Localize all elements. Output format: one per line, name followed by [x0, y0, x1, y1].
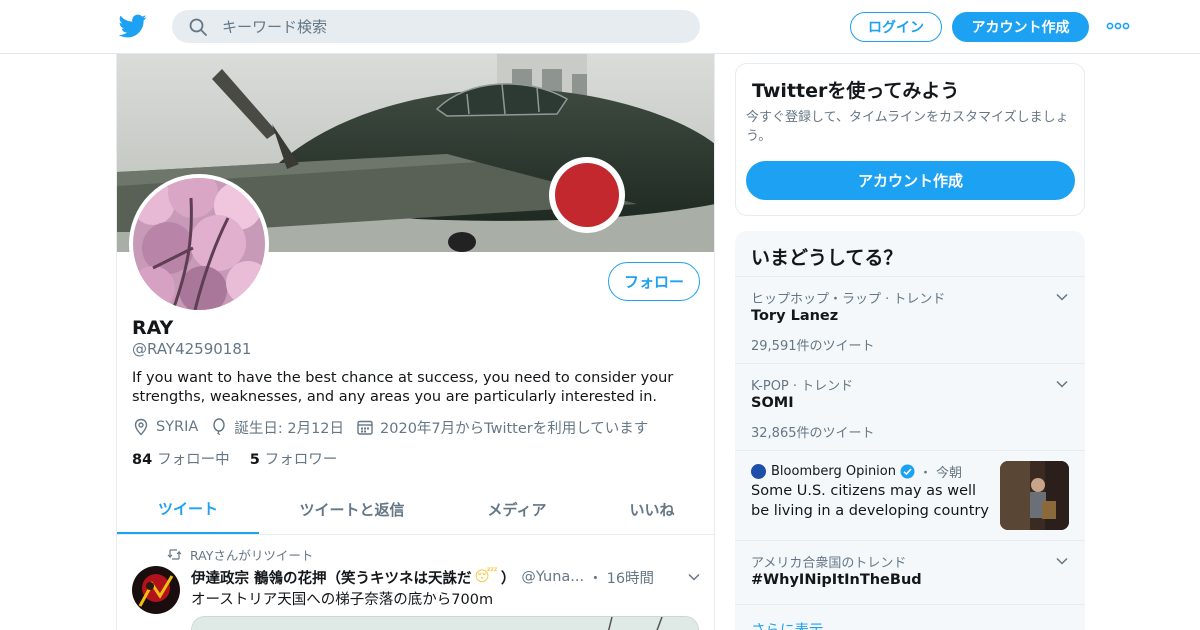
trend-context: ヒップホップ・ラップ · トレンド: [751, 292, 946, 307]
birthday-item: 誕生日: 2月12日: [210, 417, 344, 438]
following-label: フォロー中: [157, 452, 230, 468]
more-options-icon[interactable]: [1106, 16, 1130, 36]
tweet-text: オーストリア天国への梯子奈落の底から700m: [191, 592, 494, 608]
profile-tabs: ツイート ツイートと返信 メディア いいね: [117, 484, 714, 535]
retweet-icon: [167, 549, 182, 560]
trend-context: アメリカ合衆国のトレンド: [751, 556, 907, 571]
tweet-author-avatar[interactable]: [132, 566, 180, 614]
signup-button[interactable]: アカウント作成: [952, 12, 1089, 42]
trend-item[interactable]: ヒップホップ・ラップ · トレンド Tory Lanez 29,591件のツイー…: [735, 276, 1085, 363]
tab-media[interactable]: メディア: [467, 484, 567, 534]
birthday-text: 誕生日: 2月12日: [234, 420, 345, 437]
profile-avatar[interactable]: [129, 174, 269, 314]
trend-item[interactable]: K-POP · トレンド SOMI 32,865件のツイート: [735, 363, 1085, 450]
trend-name: SOMI: [751, 395, 794, 411]
calendar-icon: [357, 420, 373, 435]
trend-item[interactable]: アメリカ合衆国のトレンド #WhyINipItInTheBud: [735, 540, 1085, 604]
balloon-icon: [213, 418, 226, 436]
profile-handle: @RAY42590181: [132, 340, 252, 358]
followers-link[interactable]: 5 フォロワー: [250, 448, 338, 469]
tweet-author-name-end: ）: [500, 570, 516, 587]
following-link[interactable]: 84 フォロー中: [132, 448, 230, 469]
news-time: 今朝: [936, 466, 963, 481]
profile-meta: SYRIA 誕生日: 2月12日 2020年7月からTwitterを利用していま…: [132, 416, 660, 438]
tab-tweets-and-replies[interactable]: ツイートと返信: [277, 484, 427, 534]
followers-label: フォロワー: [264, 452, 338, 468]
profile-display-name[interactable]: RAY: [132, 317, 173, 339]
tweet-author-name[interactable]: 伊達政宗 鶺鴒の花押（笑うキツネは天誅だ: [191, 567, 472, 588]
followers-count: 5: [249, 452, 260, 468]
location-item: SYRIA: [132, 418, 198, 436]
search-box[interactable]: [172, 10, 700, 43]
profile-column: フォロー RAY @RAY42590181 If you want to hav…: [116, 54, 715, 630]
follow-button[interactable]: フォロー: [608, 262, 700, 301]
signup-card: Twitterを使ってみよう 今すぐ登録して、タイムラインをカスタマイズしましょ…: [735, 63, 1085, 216]
top-bar: ログイン アカウント作成: [0, 0, 1200, 54]
joined-item: 2020年7月からTwitterを利用しています: [356, 417, 648, 438]
bloomberg-logo-icon: [751, 464, 766, 479]
chevron-down-icon[interactable]: [1055, 554, 1069, 568]
news-source-name: Bloomberg Opinion: [771, 464, 896, 479]
location-pin-icon: [134, 418, 148, 436]
verified-badge-icon: [900, 464, 915, 479]
trends-title: いまどうしてる？: [751, 247, 903, 269]
location-text: SYRIA: [156, 419, 199, 435]
joined-text: 2020年7月からTwitterを利用しています: [380, 420, 649, 437]
tweet-separator: ・: [588, 570, 603, 587]
signup-card-button[interactable]: アカウント作成: [746, 161, 1075, 200]
news-separator: ・: [919, 466, 933, 481]
show-more-link[interactable]: さらに表示: [751, 619, 824, 630]
tweet-item[interactable]: RAYさんがリツイート 伊達政宗 鶺鴒の花押（笑うキツネは天誅だ 😴 ） @Yu…: [117, 536, 714, 630]
cherry-blossom-image: [133, 178, 265, 310]
trend-name: #WhyINipItInTheBud: [751, 572, 922, 588]
profile-bio: If you want to have the best chance at s…: [132, 370, 674, 405]
following-count: 84: [132, 452, 153, 468]
news-thumbnail: [1000, 461, 1069, 530]
trend-count: 32,865件のツイート: [751, 426, 875, 441]
trend-context: K-POP · トレンド: [751, 379, 854, 394]
tab-likes[interactable]: いいね: [607, 484, 697, 534]
news-headline: Some U.S. citizens may as well be living…: [751, 483, 989, 519]
news-item[interactable]: Bloomberg Opinion ・ 今朝 Some U.S. citizen…: [735, 450, 1085, 540]
tweet-media-image: [192, 617, 698, 630]
chevron-down-icon[interactable]: [687, 570, 701, 584]
tweet-timestamp[interactable]: 16時間: [607, 567, 654, 588]
trend-name: Tory Lanez: [751, 308, 839, 324]
news-thumbnail-image: [1000, 461, 1069, 530]
tab-tweets[interactable]: ツイート: [117, 484, 259, 534]
follow-stats: 84 フォロー中 5 フォロワー: [132, 448, 357, 469]
signup-card-description: 今すぐ登録して、タイムラインをカスタマイズしましょう。: [746, 110, 1069, 144]
chevron-down-icon[interactable]: [1055, 377, 1069, 391]
search-input[interactable]: [222, 14, 682, 39]
chevron-down-icon[interactable]: [1055, 290, 1069, 304]
tweet-media[interactable]: [191, 616, 699, 630]
search-icon: [189, 18, 207, 36]
tweet-author-handle[interactable]: @Yuna...: [521, 569, 584, 585]
trends-card: いまどうしてる？ ヒップホップ・ラップ · トレンド Tory Lanez 29…: [735, 231, 1085, 630]
news-source: Bloomberg Opinion ・ 今朝: [751, 462, 962, 481]
sleeping-face-emoji: 😴: [474, 569, 498, 585]
login-button[interactable]: ログイン: [850, 12, 942, 42]
author-avatar-image: [132, 566, 180, 614]
signup-card-title: Twitterを使ってみよう: [752, 80, 960, 102]
retweet-context-text: RAYさんがリツイート: [190, 548, 314, 563]
twitter-logo-icon[interactable]: [119, 12, 147, 40]
tweet-header: 伊達政宗 鶺鴒の花押（笑うキツネは天誅だ 😴 ） @Yuna... ・ 16時間: [191, 566, 701, 588]
retweet-context: RAYさんがリツイート: [167, 545, 313, 564]
trend-count: 29,591件のツイート: [751, 339, 875, 354]
